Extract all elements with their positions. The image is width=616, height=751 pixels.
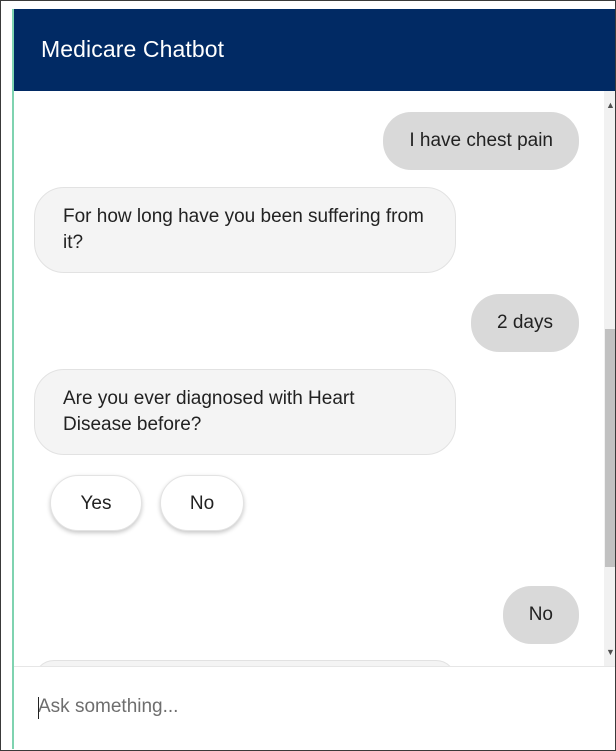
chat-header: Medicare Chatbot <box>14 9 615 91</box>
bot-message: Are you ever diagnosed with Heart Diseas… <box>34 369 456 455</box>
user-message: 2 days <box>471 294 579 352</box>
scrollbar-thumb[interactable] <box>605 329 615 567</box>
scroll-up-arrow-icon[interactable]: ▲ <box>604 97 615 113</box>
quick-reply-yes-button[interactable]: Yes <box>50 475 142 531</box>
bot-message: For how long have you been suffering fro… <box>34 187 456 273</box>
chat-title: Medicare Chatbot <box>41 36 225 62</box>
user-message: I have chest pain <box>383 112 579 170</box>
scroll-down-arrow-icon[interactable]: ▼ <box>604 644 615 660</box>
message-scrollbar[interactable]: ▲ ▼ <box>604 91 615 666</box>
chatbot-frame: Medicare Chatbot I have chest pain For h… <box>0 0 616 751</box>
user-message: No <box>502 586 579 644</box>
chat-window: Medicare Chatbot I have chest pain For h… <box>14 9 615 750</box>
chat-input[interactable] <box>38 687 598 727</box>
message-list[interactable]: I have chest pain For how long have you … <box>14 91 604 666</box>
text-caret <box>38 697 39 719</box>
chat-input-area <box>14 666 615 750</box>
quick-reply-no-button[interactable]: No <box>160 475 244 531</box>
